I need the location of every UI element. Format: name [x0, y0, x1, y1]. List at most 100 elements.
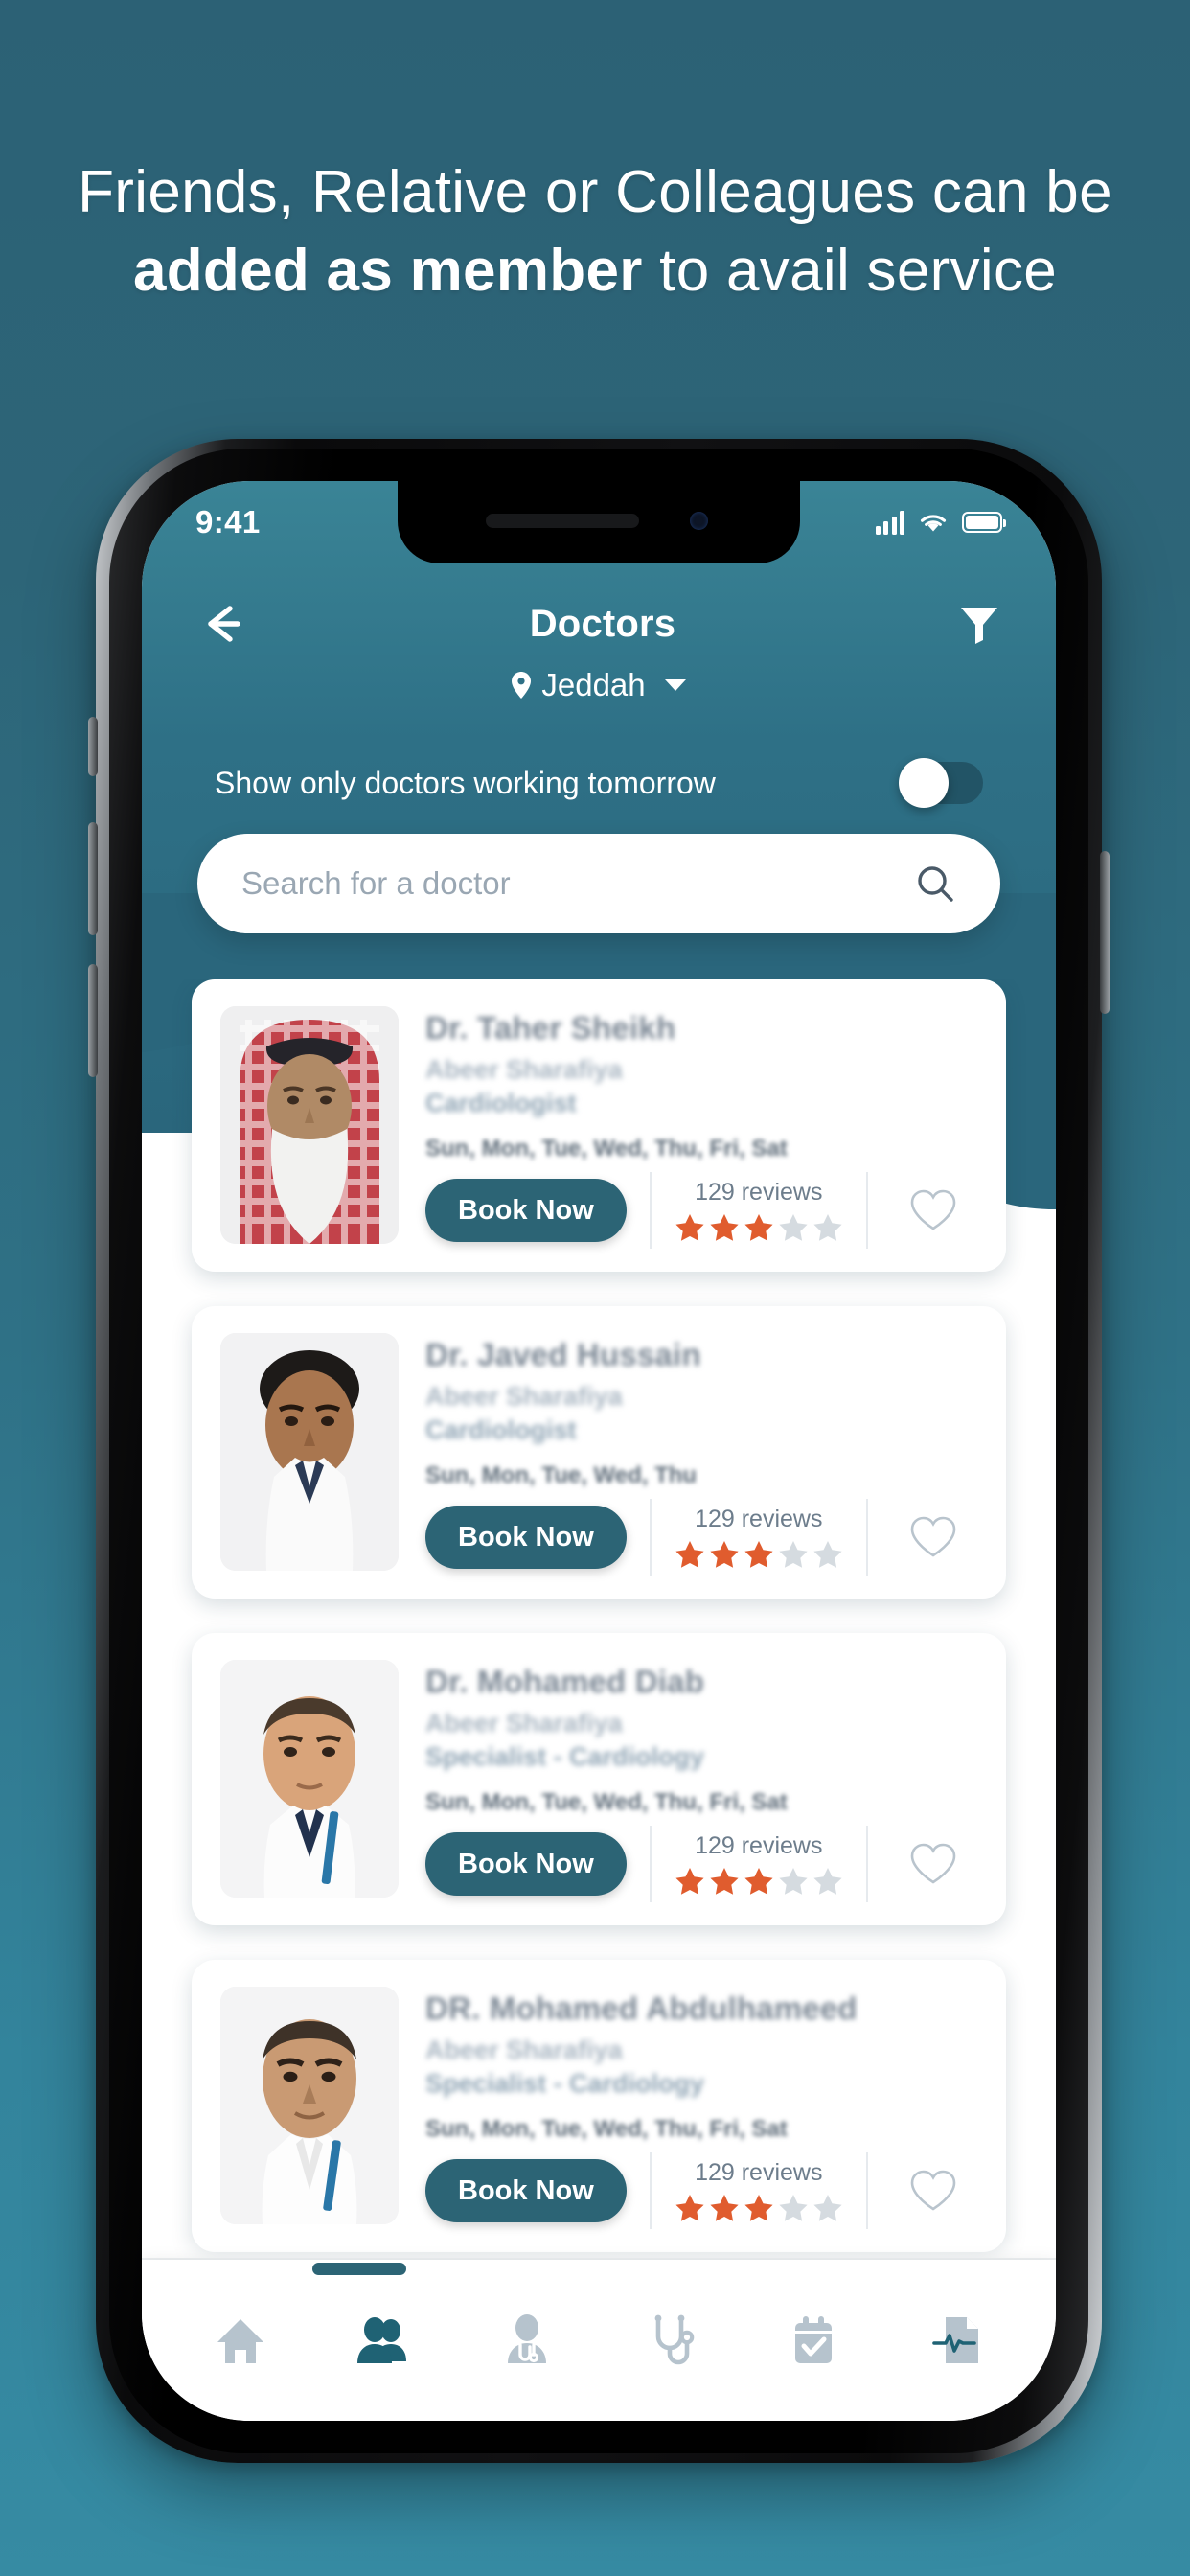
location-selector[interactable]: Jeddah [142, 667, 1056, 703]
phone-silent-switch [88, 717, 98, 776]
action-divider [865, 2152, 868, 2229]
doctor-name: Dr. Taher Sheikh [425, 1010, 676, 1046]
star-rating [675, 1866, 843, 1897]
filter-icon[interactable] [956, 601, 1002, 647]
doctor-card[interactable]: Dr. Mohamed Diab Abeer Sharafiya Special… [192, 1633, 1006, 1925]
home-indicator [312, 2263, 406, 2275]
star-empty-icon [813, 1540, 842, 1568]
nav-item-doctors[interactable] [484, 2303, 570, 2378]
stethoscope-icon [654, 2314, 695, 2365]
doctor-photo [220, 1333, 399, 1571]
star-filled-icon [744, 1213, 773, 1241]
heart-outline-icon[interactable] [906, 1510, 960, 1564]
heart-outline-icon[interactable] [906, 1837, 960, 1891]
action-divider [865, 1499, 868, 1576]
doctor-specialty: Specialist - Cardiology [425, 2069, 705, 2098]
phone-volume-down-button [88, 964, 98, 1077]
location-label: Jeddah [541, 667, 646, 702]
review-count: 129 reviews [695, 2158, 823, 2186]
location-pin-icon [512, 672, 532, 699]
tomorrow-filter-row: Show only doctors working tomorrow [142, 755, 1056, 811]
promo-line-2: added as member to avail service [0, 232, 1190, 310]
medical-report-icon [932, 2317, 979, 2363]
rating-block: 129 reviews [675, 2159, 843, 2223]
action-divider [649, 1826, 652, 1902]
star-filled-icon [744, 1867, 773, 1895]
phone-mockup: 9:41 Doctors Jeddah Show only doctors wo… [88, 439, 1110, 2463]
people-group-icon [357, 2317, 407, 2363]
phone-screen: 9:41 Doctors Jeddah Show only doctors wo… [142, 481, 1056, 2421]
star-rating [675, 2193, 843, 2223]
book-now-button[interactable]: Book Now [425, 2159, 627, 2222]
rating-block: 129 reviews [675, 1179, 843, 1243]
star-filled-icon [744, 2194, 773, 2221]
tomorrow-filter-label: Show only doctors working tomorrow [215, 765, 716, 800]
doctor-clinic: Abeer Sharafiya [425, 1709, 623, 1737]
star-empty-icon [779, 2194, 808, 2221]
home-icon [217, 2319, 263, 2363]
doctor-clinic: Abeer Sharafiya [425, 2036, 623, 2064]
bottom-navigation[interactable] [142, 2260, 1056, 2421]
card-actions: Book Now 129 reviews [425, 1826, 977, 1902]
star-empty-icon [779, 1213, 808, 1241]
nav-item-home[interactable] [197, 2303, 284, 2378]
search-bar[interactable] [197, 834, 1000, 933]
search-icon[interactable] [914, 862, 956, 905]
nav-item-specialties[interactable] [628, 2303, 714, 2378]
review-count: 129 reviews [695, 1178, 823, 1206]
book-now-button[interactable]: Book Now [425, 1506, 627, 1569]
status-indicators [875, 510, 1006, 535]
nav-item-appointments[interactable] [770, 2303, 857, 2378]
action-divider [865, 1826, 868, 1902]
doctor-specialty: Cardiologist [425, 1089, 577, 1117]
review-count: 129 reviews [695, 1505, 823, 1532]
doctor-specialty: Specialist - Cardiology [425, 1742, 705, 1771]
app-header-row: Doctors [142, 586, 1056, 661]
star-rating [675, 1539, 843, 1570]
doctor-card[interactable]: Dr. Javed Hussain Abeer Sharafiya Cardio… [192, 1306, 1006, 1598]
review-count: 129 reviews [695, 1831, 823, 1859]
action-divider [649, 1172, 652, 1249]
calendar-check-icon [795, 2316, 833, 2363]
back-arrow-icon[interactable] [195, 597, 249, 651]
star-filled-icon [710, 1540, 739, 1568]
page-title: Doctors [529, 602, 676, 645]
app-header: Doctors Jeddah Show only doctors working… [142, 586, 1056, 811]
tomorrow-filter-toggle[interactable] [899, 758, 983, 808]
nav-item-reports[interactable] [914, 2303, 1000, 2378]
status-time: 9:41 [195, 504, 261, 540]
star-rating [675, 1212, 843, 1243]
heart-outline-icon[interactable] [906, 1184, 960, 1237]
toggle-knob [899, 758, 949, 808]
phone-power-button [1100, 851, 1110, 1014]
doctor-name: Dr. Mohamed Diab [425, 1664, 705, 1699]
search-input[interactable] [241, 865, 914, 902]
star-empty-icon [779, 1540, 808, 1568]
doctor-clinic: Abeer Sharafiya [425, 1382, 623, 1411]
star-empty-icon [779, 1867, 808, 1895]
book-now-button[interactable]: Book Now [425, 1832, 627, 1896]
star-empty-icon [813, 2194, 842, 2221]
doctor-card[interactable]: Dr. Taher Sheikh Abeer Sharafiya Cardiol… [192, 979, 1006, 1272]
doctor-person-icon [508, 2314, 547, 2363]
card-actions: Book Now 129 reviews [425, 1499, 977, 1576]
doctor-photo [220, 1660, 399, 1898]
phone-volume-up-button [88, 822, 98, 935]
star-empty-icon [813, 1867, 842, 1895]
doctor-card[interactable]: DR. Mohamed Abdulhameed Abeer Sharafiya … [192, 1960, 1006, 2252]
nav-item-members[interactable] [340, 2303, 426, 2378]
doctor-specialty: Cardiologist [425, 1415, 577, 1444]
doctor-working-days: Sun, Mon, Tue, Wed, Thu [425, 1462, 698, 1488]
card-actions: Book Now 129 reviews [425, 1172, 977, 1249]
rating-block: 129 reviews [675, 1832, 843, 1897]
heart-outline-icon[interactable] [906, 2164, 960, 2218]
star-filled-icon [710, 1213, 739, 1241]
promo-line-1: Friends, Relative or Colleagues can be [78, 159, 1112, 225]
front-camera [690, 512, 708, 530]
book-now-button[interactable]: Book Now [425, 1179, 627, 1242]
doctor-name: Dr. Javed Hussain [425, 1337, 701, 1372]
doctor-list[interactable]: Dr. Taher Sheikh Abeer Sharafiya Cardiol… [142, 979, 1056, 2302]
promo-line-2-bold: added as member [132, 237, 643, 304]
card-actions: Book Now 129 reviews [425, 2152, 977, 2229]
star-filled-icon [710, 1867, 739, 1895]
